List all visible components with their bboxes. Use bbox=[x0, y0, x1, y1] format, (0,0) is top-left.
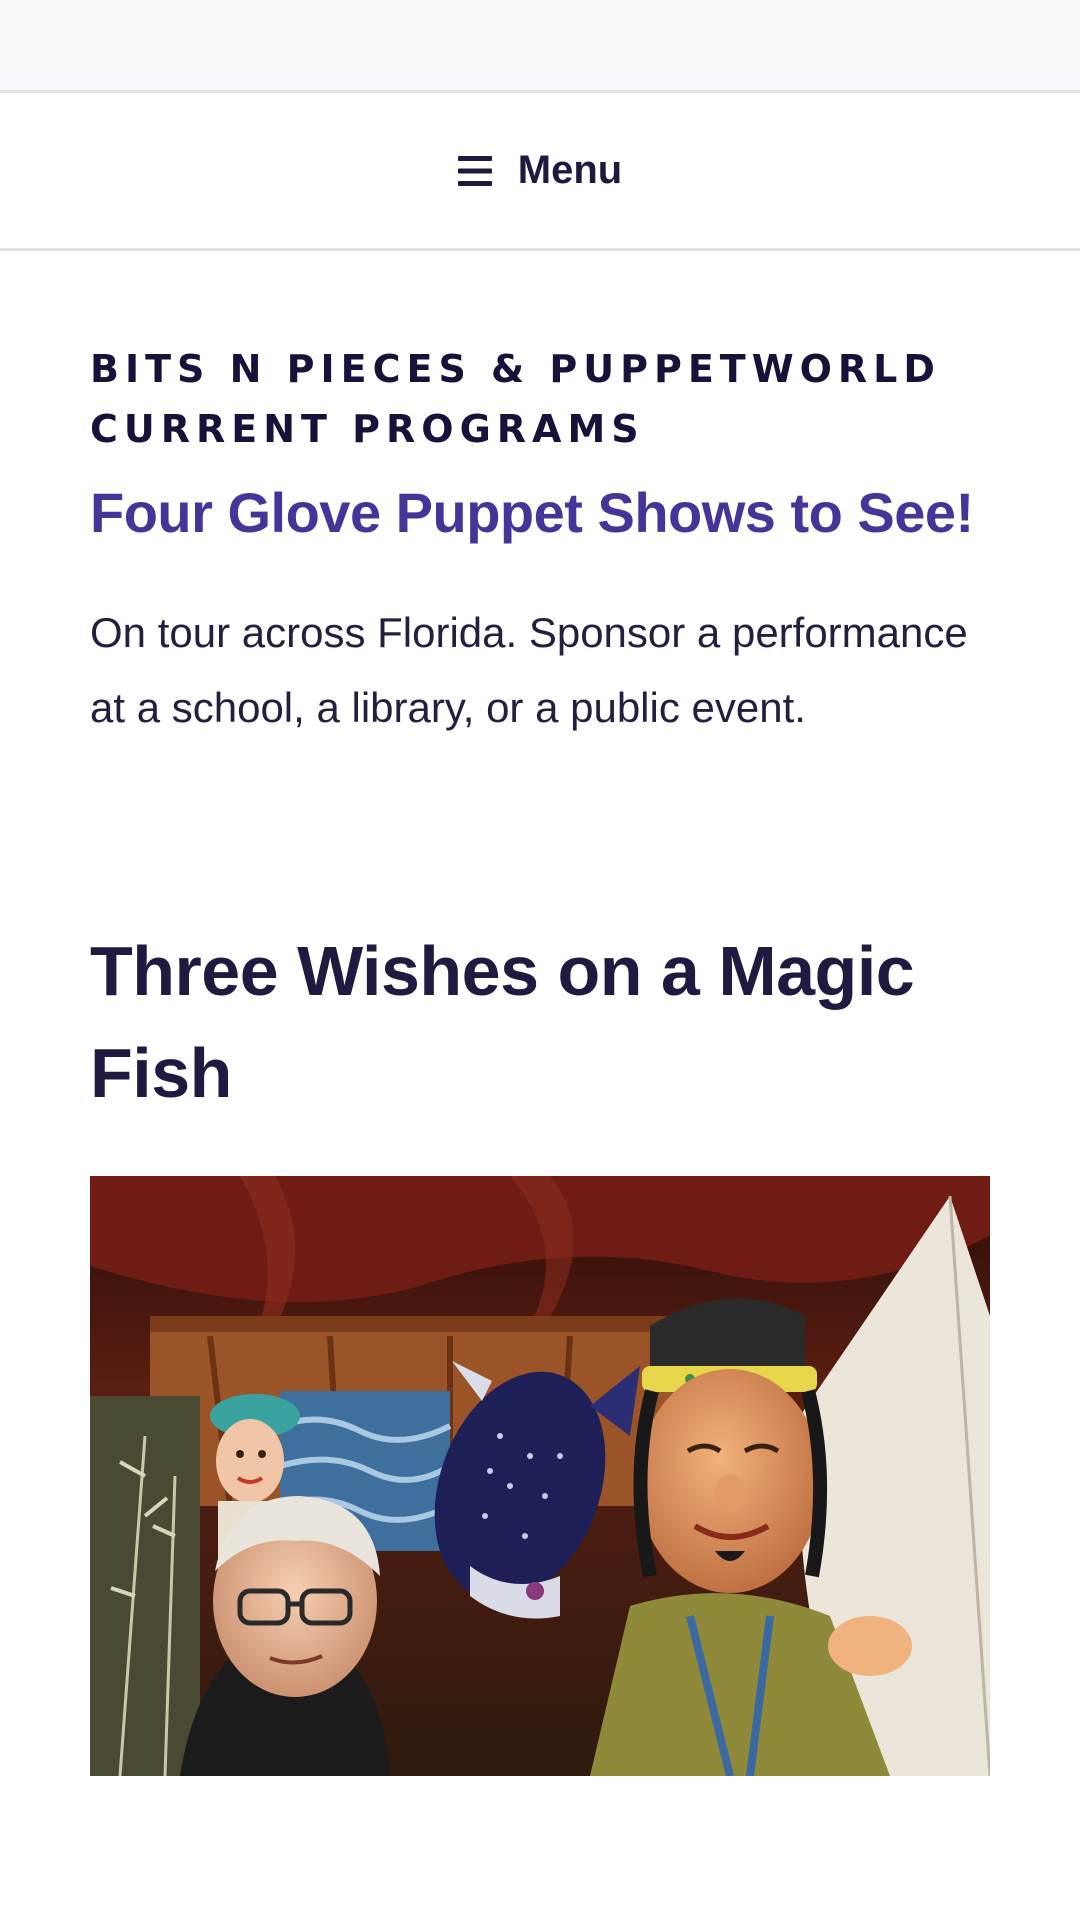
main-content: BITS N PIECES & PUPPETWORLD CURRENT PROG… bbox=[0, 339, 1080, 1776]
menu-label: Menu bbox=[517, 148, 623, 192]
page-heading: BITS N PIECES & PUPPETWORLD CURRENT PROG… bbox=[90, 339, 990, 459]
top-bar bbox=[0, 0, 1080, 93]
navigation-bar: Menu bbox=[0, 93, 1080, 251]
page-heading-line2: CURRENT PROGRAMS bbox=[90, 407, 645, 451]
menu-button[interactable]: Menu bbox=[457, 148, 623, 193]
intro-text: On tour across Florida. Sponsor a perfor… bbox=[90, 609, 968, 731]
page-heading-line1: BITS N PIECES & PUPPETWORLD bbox=[90, 347, 941, 391]
hamburger-icon bbox=[457, 155, 492, 186]
puppet-show-photo bbox=[90, 1176, 990, 1776]
section-title: Three Wishes on a Magic Fish bbox=[90, 932, 915, 1112]
post-link[interactable]: Four Glove Puppet Shows to See! bbox=[90, 471, 990, 555]
